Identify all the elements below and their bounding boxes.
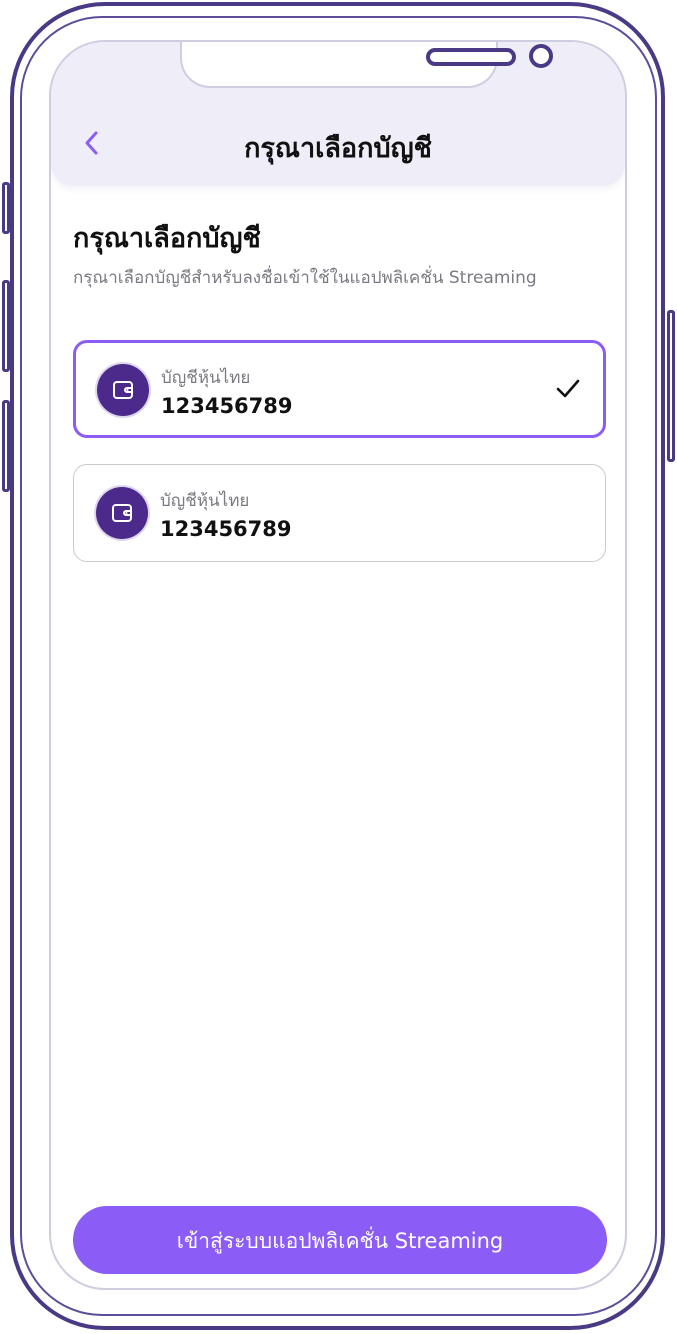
speaker-grille [426,48,516,66]
app-screen: กรุณาเลือกบัญชี กรุณาเลือกบัญชี กรุณาเลื… [49,40,627,1290]
account-card-selected[interactable]: บัญชีหุ้นไทย 123456789 [73,340,606,438]
account-avatar [96,487,148,539]
phone-side-button [2,400,10,492]
page-title: กรุณาเลือกบัญชี [73,223,261,254]
phone-side-button [2,280,10,372]
wallet-icon [112,504,132,522]
camera-icon [529,44,553,68]
header: กรุณาเลือกบัญชี [51,42,625,186]
account-card[interactable]: บัญชีหุ้นไทย 123456789 [73,464,606,562]
phone-side-button [667,310,675,462]
account-type-label: บัญชีหุ้นไทย [160,491,250,511]
account-number: 123456789 [161,394,293,418]
check-icon [556,379,580,398]
header-title: กรุณาเลือกบัญชี [244,133,432,164]
phone-notch [180,42,553,88]
phone-side-button [2,182,10,234]
account-avatar [97,364,149,416]
page-subtitle: กรุณาเลือกบัญชีสำหรับลงชื่อเข้าใช้ในแอปพ… [73,268,537,288]
account-number: 123456789 [160,517,292,541]
wallet-icon [113,381,133,399]
login-streaming-button[interactable]: เข้าสู่ระบบแอปพลิเคชั่น Streaming [73,1206,607,1274]
account-type-label: บัญชีหุ้นไทย [161,368,251,388]
